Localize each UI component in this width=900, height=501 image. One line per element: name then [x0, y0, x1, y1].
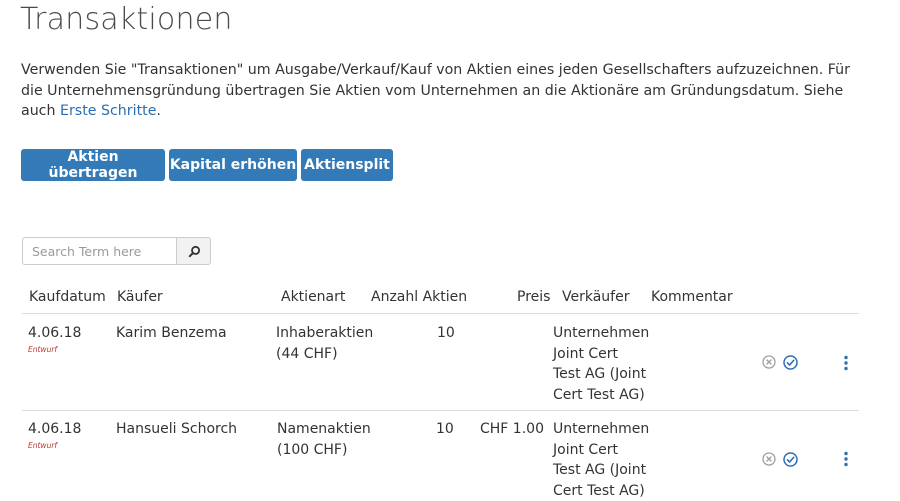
- more-options-icon[interactable]: [843, 451, 849, 467]
- row-share-nominal: (100 CHF): [277, 440, 347, 461]
- row-date: 4.06.18: [28, 323, 81, 344]
- row-share-count: 10: [436, 419, 454, 440]
- row-share-type: Namenaktien: [277, 419, 371, 440]
- status-badge: Entwurf: [28, 345, 57, 354]
- search-bar: [22, 237, 211, 265]
- row-share-nominal: (44 CHF): [276, 344, 338, 365]
- col-header-seller[interactable]: Verkäufer: [562, 289, 629, 305]
- row-seller-line: Joint Cert: [553, 440, 618, 461]
- row-date: 4.06.18: [28, 419, 81, 440]
- delete-icon[interactable]: [762, 452, 776, 466]
- intro-end: .: [156, 103, 161, 119]
- confirm-icon[interactable]: [783, 355, 798, 370]
- col-header-price[interactable]: Preis: [517, 289, 550, 305]
- row-buyer: Karim Benzema: [116, 323, 227, 344]
- page-title: Transaktionen: [20, 2, 233, 37]
- row-seller-line: Cert Test AG): [553, 385, 645, 406]
- row-share-type: Inhaberaktien: [276, 323, 373, 344]
- search-input[interactable]: [22, 237, 177, 265]
- col-header-share-count[interactable]: Anzahl Aktien: [371, 289, 467, 305]
- search-icon: [188, 245, 201, 258]
- row-price: CHF 1.00: [480, 419, 544, 440]
- row-share-count: 10: [437, 323, 455, 344]
- col-header-comment[interactable]: Kommentar: [651, 289, 733, 305]
- divider: [22, 410, 859, 411]
- increase-capital-button[interactable]: Kapital erhöhen: [169, 149, 297, 181]
- row-seller-line: Test AG (Joint: [553, 460, 646, 481]
- divider: [22, 313, 859, 314]
- row-seller-line: Test AG (Joint: [553, 364, 646, 385]
- status-badge: Entwurf: [28, 441, 57, 450]
- search-button[interactable]: [176, 237, 211, 265]
- row-seller-line: Joint Cert: [553, 344, 618, 365]
- row-seller-line: Cert Test AG): [553, 481, 645, 501]
- col-header-buyer[interactable]: Käufer: [117, 289, 163, 305]
- getting-started-link[interactable]: Erste Schritte: [60, 103, 156, 119]
- share-split-button[interactable]: Aktiensplit: [301, 149, 393, 181]
- row-seller-line: Unternehmen: [553, 323, 649, 344]
- col-header-date[interactable]: Kaufdatum: [29, 289, 106, 305]
- more-options-icon[interactable]: [843, 355, 849, 371]
- col-header-share-type[interactable]: Aktienart: [281, 289, 345, 305]
- intro-text: Verwenden Sie "Transaktionen" um Ausgabe…: [21, 60, 851, 122]
- transfer-shares-button[interactable]: Aktien übertragen: [21, 149, 165, 181]
- row-buyer: Hansueli Schorch: [116, 419, 237, 440]
- row-seller-line: Unternehmen: [553, 419, 649, 440]
- confirm-icon[interactable]: [783, 452, 798, 467]
- delete-icon[interactable]: [762, 355, 776, 369]
